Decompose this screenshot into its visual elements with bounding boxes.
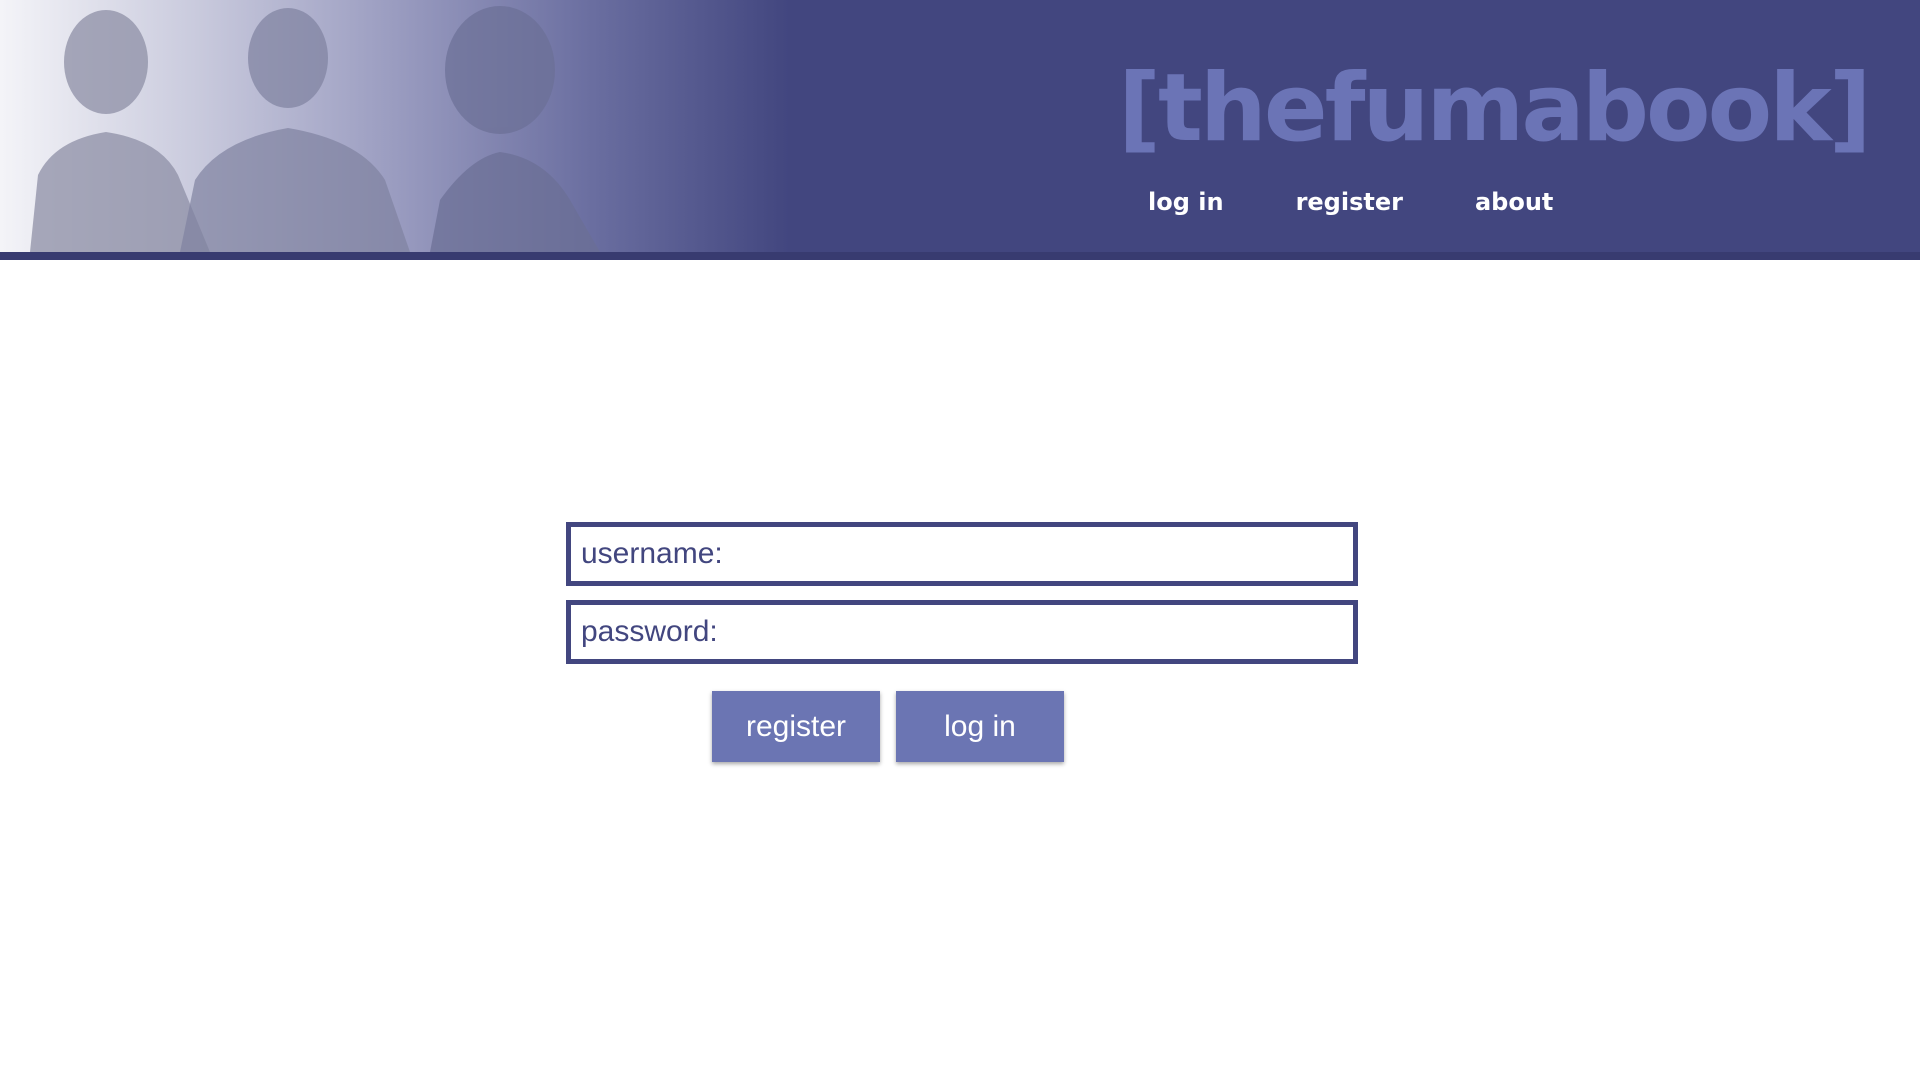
site-header: [thefumabook] log in register about (0, 0, 1920, 260)
login-button[interactable]: log in (896, 691, 1064, 762)
password-field-box (566, 600, 1358, 664)
username-input[interactable] (571, 527, 1353, 581)
nav-login-link[interactable]: log in (1148, 188, 1224, 216)
nav-register-link[interactable]: register (1296, 188, 1403, 216)
username-field-box (566, 522, 1358, 586)
header-divider (0, 252, 1920, 260)
header-banner-image (30, 6, 600, 252)
password-input[interactable] (571, 605, 1353, 659)
site-logo[interactable]: [thefumabook] (1118, 62, 1872, 156)
nav-about-link[interactable]: about (1475, 188, 1553, 216)
register-button[interactable]: register (712, 691, 880, 762)
header-nav: log in register about (1148, 188, 1553, 216)
